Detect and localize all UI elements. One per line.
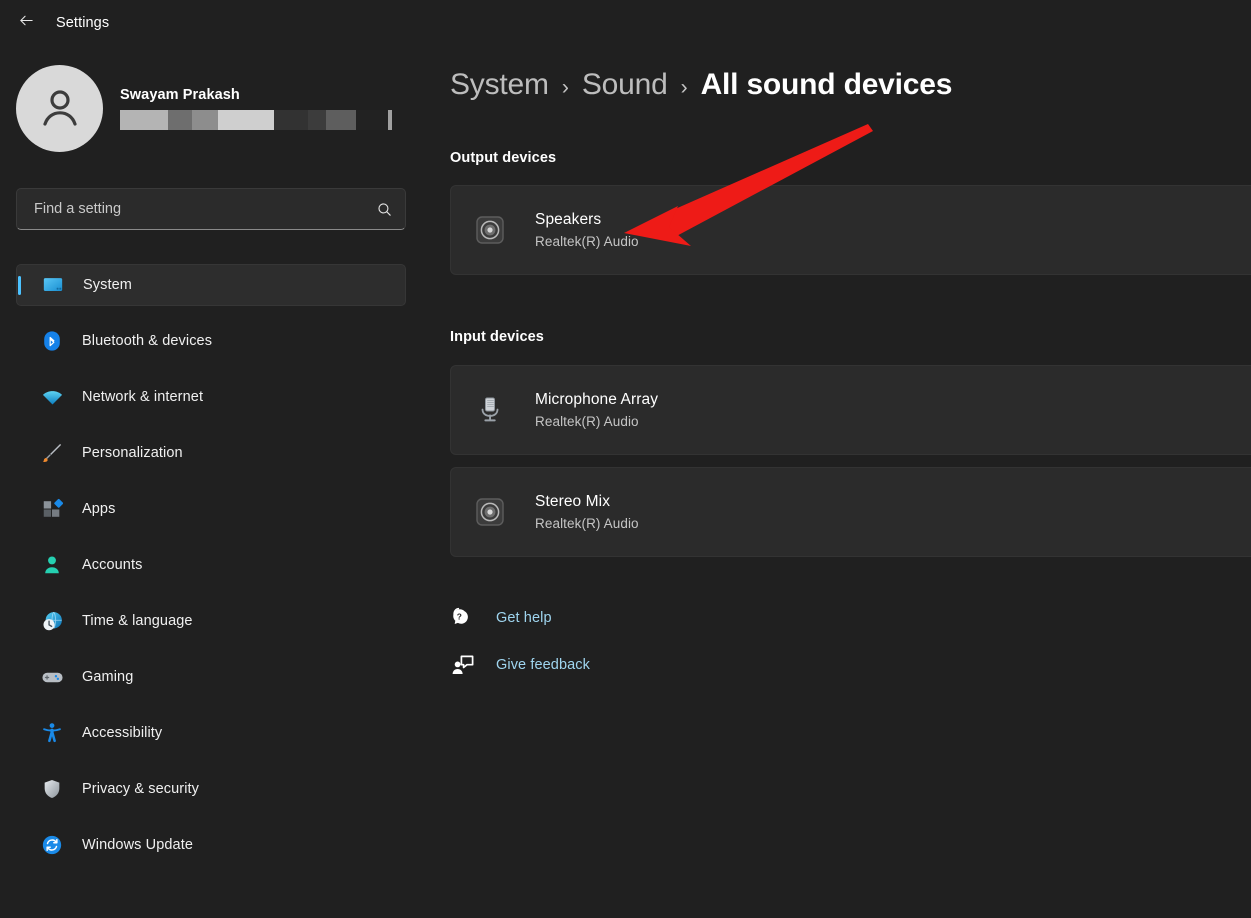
device-text: Stereo Mix Realtek(R) Audio — [535, 493, 639, 531]
accessibility-person-icon — [40, 721, 64, 745]
sidebar-item-gaming[interactable]: Gaming — [16, 656, 406, 698]
title-bar: Settings — [0, 0, 1251, 46]
microphone-icon — [473, 393, 507, 427]
sidebar-item-bluetooth-devices[interactable]: Bluetooth & devices — [16, 320, 406, 362]
sidebar-item-label: Personalization — [82, 445, 183, 461]
selection-indicator — [18, 276, 21, 295]
sidebar-item-label: Gaming — [82, 669, 134, 685]
sidebar-item-windows-update[interactable]: Windows Update — [16, 824, 406, 866]
sidebar-item-time-language[interactable]: Time & language — [16, 600, 406, 642]
sidebar-item-accessibility[interactable]: Accessibility — [16, 712, 406, 754]
sidebar-item-personalization[interactable]: Personalization — [16, 432, 406, 474]
device-name: Speakers — [535, 211, 602, 228]
sidebar-item-label: Privacy & security — [82, 781, 200, 797]
speaker-icon — [473, 495, 507, 529]
device-driver: Realtek(R) Audio — [535, 414, 639, 429]
profile-name: Swayam Prakash — [120, 86, 240, 103]
device-text: Speakers Realtek(R) Audio — [535, 211, 639, 249]
sidebar-item-privacy-security[interactable]: Privacy & security — [16, 768, 406, 810]
device-name: Microphone Array — [535, 391, 659, 408]
back-arrow-icon — [18, 12, 35, 34]
main-content: System › Sound › All sound devices Outpu… — [430, 46, 1251, 918]
search-box[interactable] — [16, 188, 406, 230]
search-input[interactable] — [34, 201, 376, 217]
input-devices-heading: Input devices — [450, 329, 544, 345]
device-name: Stereo Mix — [535, 493, 611, 510]
sidebar-item-system[interactable]: System — [16, 264, 406, 306]
wifi-icon — [40, 385, 64, 409]
sidebar-item-label: Apps — [82, 501, 116, 517]
profile-text: Swayam Prakash — [120, 87, 392, 130]
sidebar-item-accounts[interactable]: Accounts — [16, 544, 406, 586]
sidebar-nav: System Bluetooth & devices Network & int… — [16, 264, 406, 880]
shield-icon — [40, 777, 64, 801]
sidebar-item-label: Network & internet — [82, 389, 204, 405]
account-person-icon — [40, 553, 64, 577]
update-refresh-icon — [40, 833, 64, 857]
device-text: Microphone Array Realtek(R) Audio — [535, 391, 658, 429]
feedback-person-icon — [450, 652, 476, 678]
get-help-link[interactable]: ? Get help — [450, 605, 552, 631]
gamepad-icon — [40, 665, 64, 689]
settings-window: Settings Swayam Prakash Find a setting S… — [0, 0, 1251, 918]
device-driver: Realtek(R) Audio — [535, 516, 639, 531]
sidebar-item-label: Windows Update — [82, 837, 194, 853]
give-feedback-link[interactable]: Give feedback — [450, 652, 590, 678]
device-driver: Realtek(R) Audio — [535, 234, 639, 249]
sidebar-item-label: Accessibility — [82, 725, 163, 741]
device-card-stereo-mix[interactable]: Stereo Mix Realtek(R) Audio — [450, 467, 1251, 557]
output-devices-heading: Output devices — [450, 150, 557, 166]
monitor-icon — [41, 273, 65, 297]
sidebar-item-network-internet[interactable]: Network & internet — [16, 376, 406, 418]
paintbrush-icon — [40, 441, 64, 465]
help-bubble-icon: ? — [450, 605, 476, 631]
sidebar-item-label: Accounts — [82, 557, 143, 573]
clock-globe-icon — [40, 609, 64, 633]
get-help-label: Get help — [496, 610, 552, 626]
sidebar: Swayam Prakash Find a setting System Blu… — [0, 46, 430, 918]
back-button[interactable] — [8, 7, 44, 39]
breadcrumb-link-system[interactable]: System — [450, 68, 549, 102]
sidebar-item-label: Time & language — [82, 613, 193, 629]
user-profile[interactable]: Swayam Prakash — [16, 64, 406, 152]
profile-email-redacted — [120, 109, 392, 130]
app-title: Settings — [56, 15, 110, 31]
breadcrumb-link-sound[interactable]: Sound — [582, 68, 668, 102]
sidebar-item-apps[interactable]: Apps — [16, 488, 406, 530]
sidebar-item-label: System — [83, 277, 132, 293]
device-card-microphone-array[interactable]: Microphone Array Realtek(R) Audio — [450, 365, 1251, 455]
apps-icon — [40, 497, 64, 521]
give-feedback-label: Give feedback — [496, 657, 590, 673]
sidebar-item-label: Bluetooth & devices — [82, 333, 213, 349]
bluetooth-icon — [40, 329, 64, 353]
breadcrumb-separator: › — [561, 76, 569, 99]
breadcrumb-current-all-sound-devices: All sound devices — [700, 68, 953, 101]
breadcrumb: System › Sound › All sound devices — [450, 68, 952, 102]
svg-text:?: ? — [457, 612, 462, 622]
device-card-speakers[interactable]: Speakers Realtek(R) Audio — [450, 185, 1251, 275]
speaker-icon — [473, 213, 507, 247]
avatar — [16, 64, 103, 152]
breadcrumb-separator: › — [680, 76, 688, 99]
search-icon[interactable] — [376, 201, 393, 218]
